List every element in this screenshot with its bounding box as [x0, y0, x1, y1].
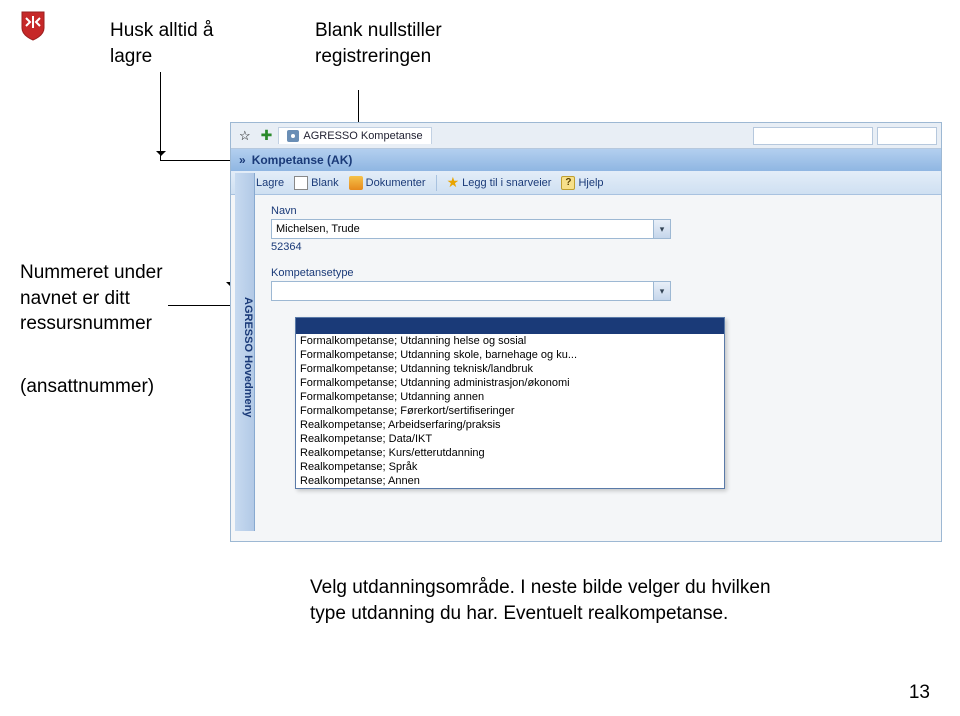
dropdown-option[interactable]: Formalkompetanse; Førerkort/sertifiserin…	[296, 404, 724, 418]
kompetansetype-dropdown-icon[interactable]: ▾	[653, 282, 670, 300]
shield-logo	[20, 10, 46, 42]
dropdown-option[interactable]: Formalkompetanse; Utdanning skole, barne…	[296, 348, 724, 362]
page-number: 13	[909, 682, 930, 704]
tab-app-icon	[287, 130, 299, 142]
tabbar-cell-2	[877, 127, 937, 145]
kompetansetype-label: Kompetansetype	[271, 267, 929, 279]
blank-label: Blank	[311, 177, 339, 189]
favorite-icon[interactable]: ☆	[235, 128, 255, 144]
name-label: Navn	[271, 205, 929, 217]
line-to-resnum	[168, 305, 230, 306]
tab-kompetanse[interactable]: AGRESSO Kompetanse	[278, 127, 431, 144]
name-dropdown-icon[interactable]: ▾	[653, 220, 670, 238]
callout-choose-area: Velg utdanningsområde. I neste bilde vel…	[310, 575, 780, 626]
dropdown-selected-blank[interactable]	[296, 318, 724, 334]
dropdown-option[interactable]: Formalkompetanse; Utdanning annen	[296, 390, 724, 404]
dropdown-option[interactable]: Formalkompetanse; Utdanning helse og sos…	[296, 334, 724, 348]
resource-number: 52364	[271, 241, 929, 253]
dropdown-option[interactable]: Realkompetanse; Kurs/etterutdanning	[296, 446, 724, 460]
add-shortcut-label: Legg til i snarveier	[462, 177, 551, 189]
name-field[interactable]: Michelsen, Trude ▾	[271, 219, 671, 239]
chevron-icon[interactable]: »	[239, 153, 246, 167]
dropdown-option[interactable]: Realkompetanse; Språk	[296, 460, 724, 474]
dropdown-option[interactable]: Realkompetanse; Arbeidserfaring/praksis	[296, 418, 724, 432]
documents-label: Dokumenter	[366, 177, 426, 189]
toolbar: Lagre Blank Dokumenter ★ Legg til i snar…	[231, 171, 941, 195]
blank-icon	[294, 176, 308, 190]
add-shortcut-button[interactable]: ★ Legg til i snarveier	[447, 174, 552, 191]
arrow-to-save	[160, 72, 161, 160]
kompetansetype-dropdown: Formalkompetanse; Utdanning helse og sos…	[295, 317, 725, 489]
dropdown-option[interactable]: Realkompetanse; Data/IKT	[296, 432, 724, 446]
name-value: Michelsen, Trude	[276, 223, 360, 235]
tab-bar: ☆ ✚ AGRESSO Kompetanse	[231, 123, 941, 149]
title-bar: » Kompetanse (AK)	[231, 149, 941, 171]
kompetansetype-field[interactable]: ▾	[271, 281, 671, 301]
callout-employee-number: (ansattnummer)	[20, 374, 200, 400]
documents-icon	[349, 176, 363, 190]
blank-button[interactable]: Blank	[294, 176, 339, 190]
help-icon: ?	[561, 176, 575, 190]
callout-resource-number: Nummeret under navnet er ditt ressursnum…	[20, 260, 200, 337]
add-tab-icon[interactable]: ✚	[257, 127, 277, 144]
app-window: ☆ ✚ AGRESSO Kompetanse » Kompetanse (AK)…	[230, 122, 942, 542]
dropdown-option[interactable]: Realkompetanse; Annen	[296, 474, 724, 488]
star-icon: ★	[447, 174, 460, 191]
form-area: Navn Michelsen, Trude ▾ 52364 Kompetanse…	[231, 195, 941, 311]
dropdown-option[interactable]: Formalkompetanse; Utdanning administrasj…	[296, 376, 724, 390]
documents-button[interactable]: Dokumenter	[349, 176, 426, 190]
callout-remember-save: Husk alltid å lagre	[110, 18, 260, 69]
toolbar-divider	[436, 175, 437, 191]
help-button[interactable]: ? Hjelp	[561, 176, 603, 190]
tabbar-cell-1	[753, 127, 873, 145]
callout-blank-resets: Blank nullstiller registreringen	[315, 18, 475, 69]
dropdown-option[interactable]: Formalkompetanse; Utdanning teknisk/land…	[296, 362, 724, 376]
tab-label: AGRESSO Kompetanse	[303, 130, 422, 142]
window-title: Kompetanse (AK)	[252, 153, 353, 167]
save-label: Lagre	[256, 177, 284, 189]
help-label: Hjelp	[578, 177, 603, 189]
